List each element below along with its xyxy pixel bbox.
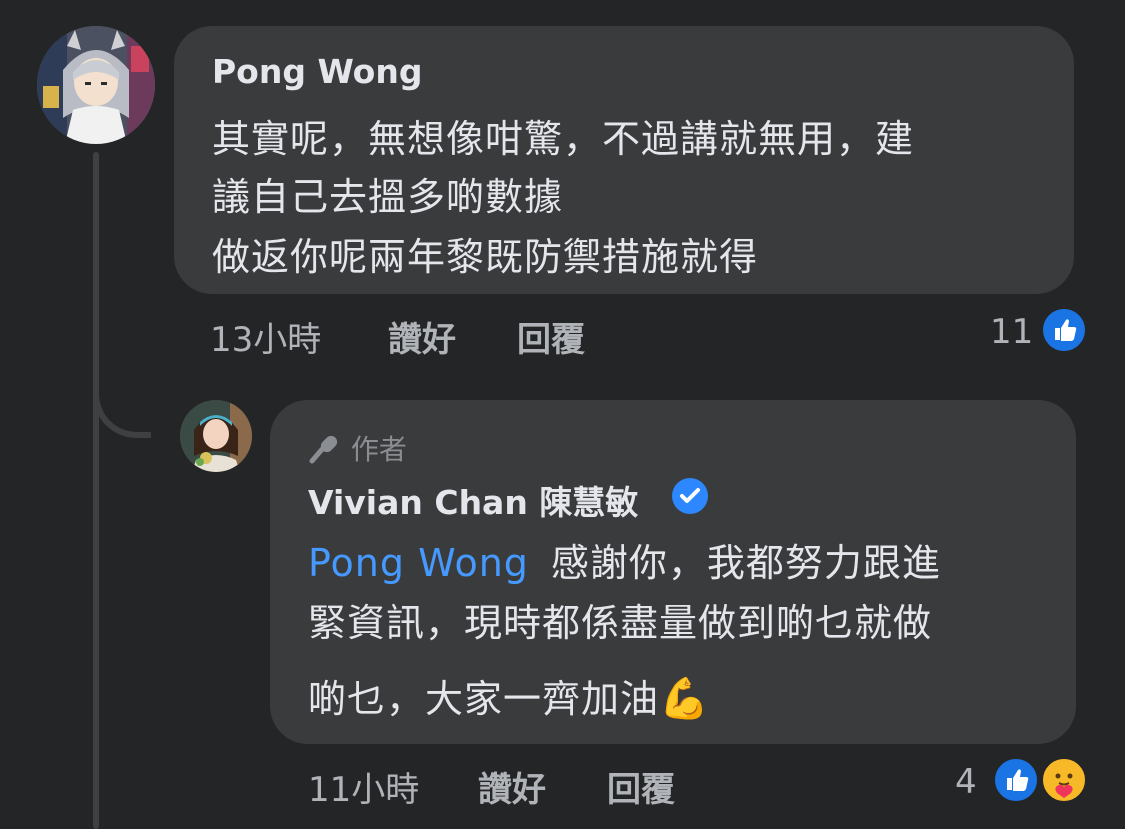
author-badge: 作者: [308, 428, 407, 472]
like-reaction-icon[interactable]: [1040, 306, 1088, 354]
reaction-count[interactable]: 11: [990, 312, 1033, 352]
flexed-biceps-emoji: 💪: [659, 676, 710, 722]
comment-text-line-2: 議自己去搵多啲數據: [212, 175, 564, 219]
verified-badge-icon: [672, 478, 708, 514]
thread-connector-line: [93, 152, 99, 829]
avatar[interactable]: [180, 400, 252, 472]
care-reaction-icon[interactable]: [1040, 756, 1088, 804]
like-button[interactable]: 讚好: [388, 312, 456, 361]
comment-text-line-1: 其實呢，無想像咁驚，不過講就無用，建: [212, 117, 915, 161]
reply-timestamp[interactable]: 11小時: [308, 762, 419, 811]
avatar[interactable]: [37, 26, 155, 144]
reply-text-line-3: 啲乜，大家一齊加油💪: [308, 668, 710, 723]
reply-text-line-2: 緊資訊，現時都係盡量做到啲乜就做: [308, 601, 933, 645]
like-button[interactable]: 讚好: [478, 762, 546, 811]
reply-button[interactable]: 回覆: [607, 762, 675, 811]
like-reaction-icon[interactable]: [992, 756, 1040, 804]
reply-button[interactable]: 回覆: [517, 312, 585, 361]
reply-text-line-1-rest: 感謝你，我都努力跟進: [550, 541, 941, 585]
reaction-count[interactable]: 4: [955, 762, 977, 802]
reply-text-line-3-text: 啲乜，大家一齊加油: [308, 677, 660, 721]
microphone-icon: [308, 431, 342, 472]
comment-text-line-3: 做返你呢兩年黎既防禦措施就得: [212, 235, 759, 279]
reply-author-name[interactable]: Vivian Chan 陳慧敏: [308, 476, 638, 524]
thread-reply-connector: [93, 380, 151, 438]
comment-timestamp[interactable]: 13小時: [210, 312, 321, 361]
reply-text-line-1: Pong Wong 感謝你，我都努力跟進: [308, 532, 941, 587]
author-badge-label: 作者: [350, 433, 407, 466]
mention-link[interactable]: Pong Wong: [308, 541, 529, 585]
comment-author-name[interactable]: Pong Wong: [212, 52, 422, 91]
